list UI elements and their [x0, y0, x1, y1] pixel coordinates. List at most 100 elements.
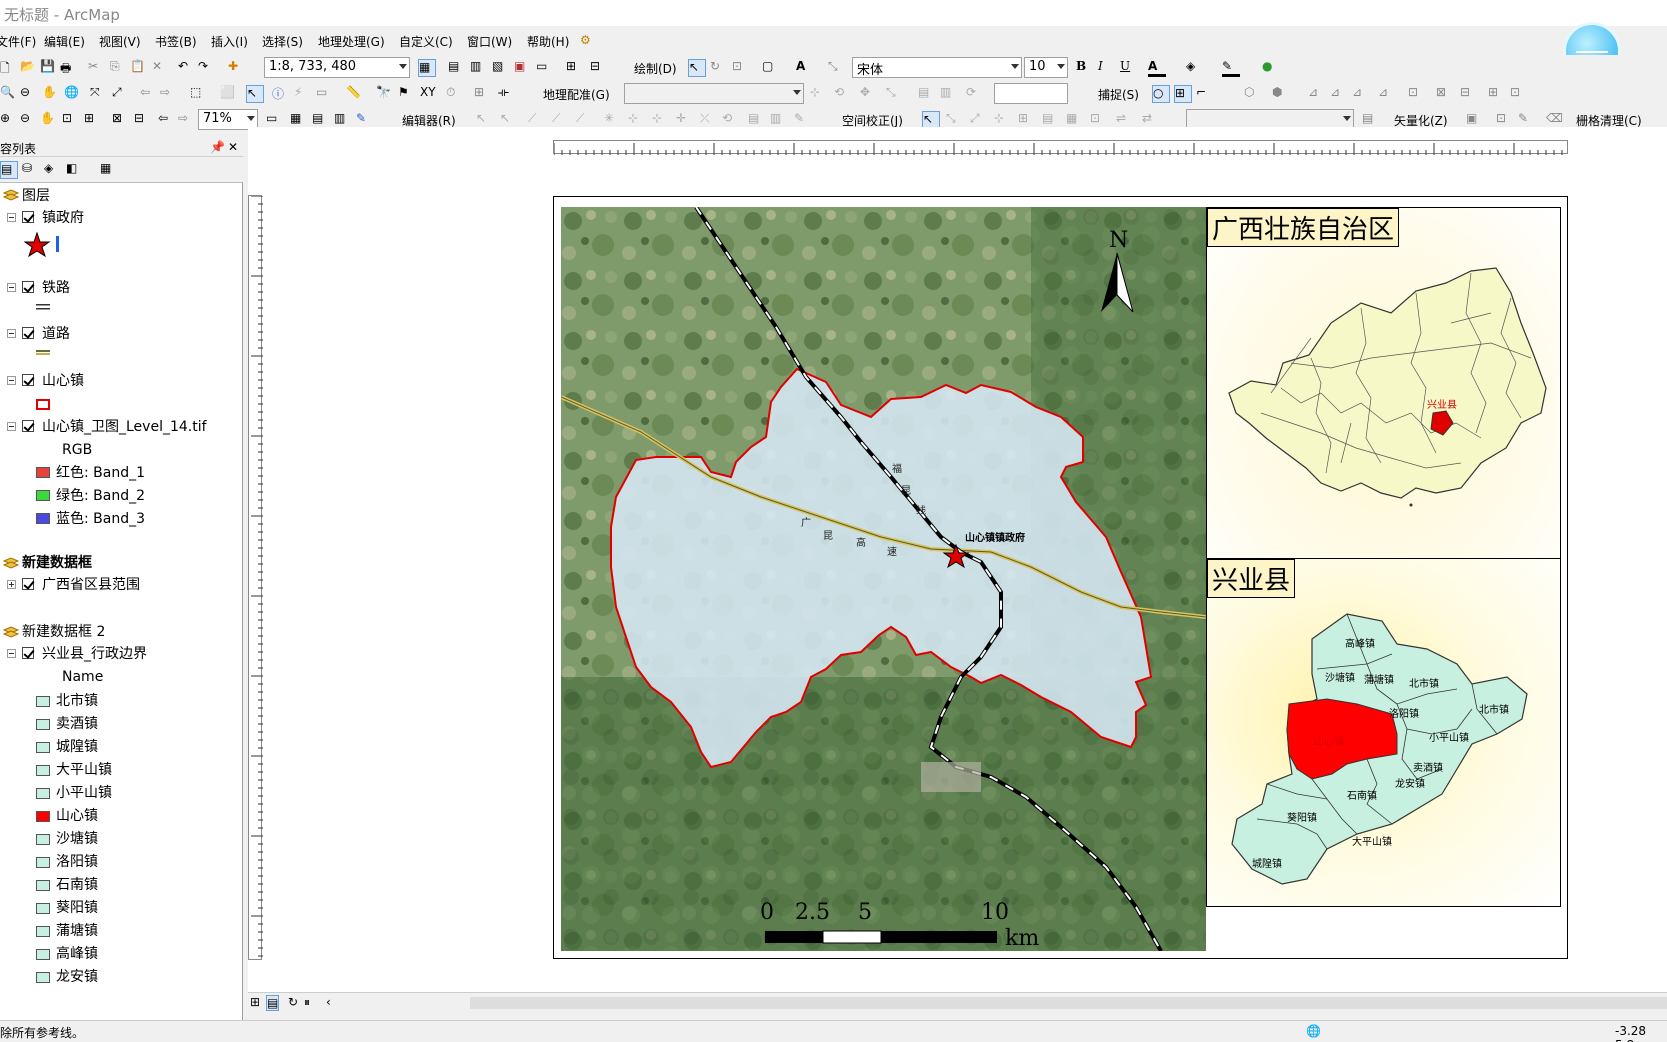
menu-file[interactable]: 文件(F)	[0, 33, 36, 50]
point-snap-icon[interactable]: ○	[1152, 85, 1170, 103]
zoom-100-icon[interactable]: ⊞	[84, 111, 102, 129]
georef-input[interactable]	[994, 83, 1068, 104]
add-control-points-icon[interactable]: ⊹	[810, 85, 828, 103]
forward-icon[interactable]: ⇨	[160, 85, 178, 103]
layer-checkbox[interactable]	[22, 281, 34, 293]
list-by-selection-icon[interactable]: ◧	[66, 161, 84, 179]
layer-name[interactable]: 道路	[42, 325, 70, 343]
bold-icon[interactable]: B	[1076, 59, 1094, 77]
clear-selection-icon[interactable]: ⬜	[220, 85, 238, 103]
fixed-zoom-out-icon[interactable]: ⤢	[112, 85, 130, 103]
scroll-left-icon[interactable]: ‹	[326, 995, 331, 1009]
layer-checkbox[interactable]	[22, 374, 34, 386]
search-window-icon[interactable]: ▧	[492, 59, 510, 77]
layer-name[interactable]: 铁路	[42, 279, 70, 297]
topology-edit-icon[interactable]: ⬢	[1272, 85, 1290, 103]
pan-icon[interactable]: ✋	[42, 85, 60, 103]
fixed-zoom-out-layout-icon[interactable]: ⊟	[134, 111, 152, 129]
layer-checkbox[interactable]	[22, 420, 34, 432]
collapse-icon[interactable]	[7, 213, 16, 222]
layer-checkbox[interactable]	[22, 647, 34, 659]
editor-toolbar-icon[interactable]: ▦	[418, 59, 436, 77]
collapse-icon[interactable]	[7, 649, 16, 658]
menu-insert[interactable]: 插入(I)	[211, 33, 248, 50]
layer-name[interactable]: 广西省区县范围	[42, 576, 140, 594]
layout-view-icon[interactable]: ▤	[266, 995, 280, 1011]
georeference-menu[interactable]: 地理配准(G)	[543, 86, 610, 103]
layout-icon[interactable]: ⊟	[590, 59, 608, 77]
layer-checkbox[interactable]	[22, 211, 34, 223]
measure-icon[interactable]: 📏	[346, 85, 364, 103]
marker-color-icon[interactable]: ●	[1262, 59, 1280, 77]
layout-zoom-in-icon[interactable]: ⊕	[0, 111, 18, 129]
topo-tool-a-icon[interactable]: ⊿	[1308, 85, 1326, 103]
collapse-icon[interactable]	[7, 422, 16, 431]
link-table-icon[interactable]: ▤	[918, 85, 936, 103]
view-links-icon[interactable]: ▥	[940, 85, 958, 103]
select-elements-icon[interactable]: ↖	[688, 59, 706, 77]
edit-vertices-icon[interactable]: ⤡	[828, 59, 846, 77]
rotate-georef-icon[interactable]: ⟲	[834, 85, 852, 103]
layers-group-label[interactable]: 图层	[22, 187, 50, 205]
font-color-icon[interactable]: A	[1148, 59, 1166, 77]
vertex-snap-icon[interactable]: ⌐	[1196, 85, 1214, 103]
select-pointer-icon[interactable]: ↖	[246, 85, 264, 103]
options-icon[interactable]: ▦	[100, 161, 118, 179]
data-frame-label[interactable]: 新建数据框 2	[22, 623, 105, 641]
python-window-icon[interactable]: ▭	[536, 59, 554, 77]
paste-icon[interactable]: 📋	[130, 59, 148, 77]
topo-tool-g-icon[interactable]: ⊟	[1460, 85, 1478, 103]
zoom-out-icon[interactable]: ⊖	[20, 85, 38, 103]
close-icon[interactable]: ✕	[228, 140, 238, 154]
full-extent-icon[interactable]: 🌐	[64, 85, 82, 103]
topo-tool-f-icon[interactable]: ⊠	[1436, 85, 1454, 103]
find-route-icon[interactable]: ⚑	[398, 85, 416, 103]
cut-icon[interactable]: ✂	[88, 59, 106, 77]
horizontal-scrollbar[interactable]	[470, 997, 1667, 1009]
html-popup-icon[interactable]: ▭	[316, 85, 334, 103]
underline-icon[interactable]: U	[1120, 59, 1138, 77]
viewer-icon[interactable]: ⊞	[474, 85, 492, 103]
select-features-icon[interactable]: ⬚	[190, 85, 208, 103]
topology-icon[interactable]: ⬡	[1244, 85, 1262, 103]
back-extent-icon[interactable]: ⇦	[158, 111, 176, 129]
topo-tool-h-icon[interactable]: ⊞	[1488, 85, 1506, 103]
xingye-inset[interactable]: 兴业县 高峰镇 沙塘镇 蒲塘镇 北市镇 洛阳镇 北市镇 小平山镇 山心镇 卖酒镇…	[1206, 558, 1561, 907]
line-color-icon[interactable]: ✎	[1222, 59, 1240, 77]
redo-icon[interactable]: ↷	[198, 59, 216, 77]
pin-icon[interactable]: 📌	[210, 140, 225, 154]
layer-checkbox[interactable]	[22, 578, 34, 590]
zoom-to-selected-icon[interactable]: ⊡	[732, 59, 750, 77]
georef-layer-combo[interactable]	[624, 83, 804, 104]
collapse-icon[interactable]	[7, 329, 16, 338]
list-by-drawing-order-icon[interactable]: ▤	[0, 161, 18, 179]
zoom-in-icon[interactable]: 🔍	[0, 85, 18, 103]
fill-color-icon[interactable]: ◈	[1186, 59, 1204, 77]
rectangle-icon[interactable]: ▢	[762, 59, 780, 77]
collapse-icon[interactable]	[7, 283, 16, 292]
shift-icon[interactable]: ✥	[860, 85, 878, 103]
back-icon[interactable]: ⇦	[140, 85, 158, 103]
scale-georef-icon[interactable]: ⤡	[886, 85, 904, 103]
catalog-icon[interactable]: ▥	[470, 59, 488, 77]
draw-menu[interactable]: 绘制(D)	[634, 60, 677, 77]
menu-select[interactable]: 选择(S)	[262, 33, 303, 50]
topo-tool-e-icon[interactable]: ⊡	[1408, 85, 1426, 103]
menu-edit[interactable]: 编辑(E)	[44, 33, 85, 50]
swipe-icon[interactable]: ⟛	[498, 85, 516, 103]
data-view-icon[interactable]: ⊞	[250, 995, 260, 1009]
layer-name[interactable]: 兴业县_行政边界	[42, 645, 147, 663]
text-icon[interactable]: A	[796, 59, 814, 77]
time-slider-icon[interactable]: ⏱	[446, 85, 464, 103]
layer-name[interactable]: 山心镇	[42, 372, 84, 390]
italic-icon[interactable]: I	[1098, 59, 1116, 77]
print-icon[interactable]: 🖶	[60, 59, 78, 77]
new-icon[interactable]: 🗋	[0, 59, 18, 77]
topo-tool-c-icon[interactable]: ⊿	[1352, 85, 1370, 103]
snapping-menu[interactable]: 捕捉(S)	[1098, 86, 1139, 103]
undo-icon[interactable]: ↶	[178, 59, 196, 77]
find-icon[interactable]: 🔭	[376, 85, 394, 103]
font-combo[interactable]: 宋体	[852, 57, 1022, 78]
scale-combo[interactable]: 1:8, 733, 480	[264, 57, 410, 78]
copy-icon[interactable]: ⎘	[110, 59, 128, 77]
